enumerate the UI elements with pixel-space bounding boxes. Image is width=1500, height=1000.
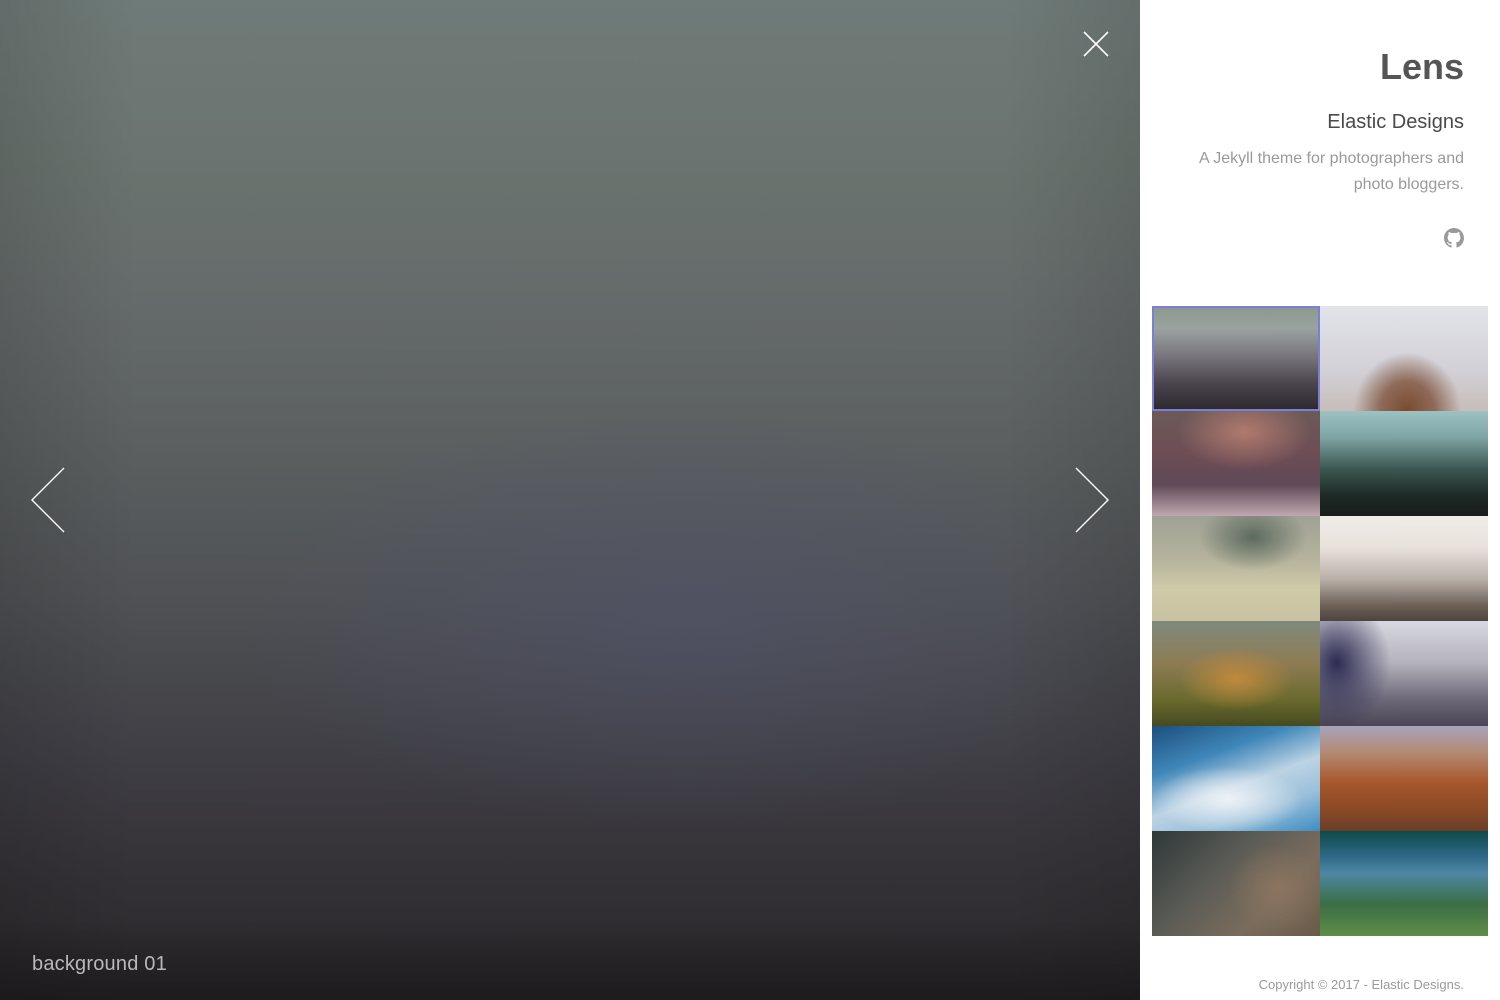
close-icon	[1083, 31, 1109, 57]
github-icon	[1444, 228, 1464, 248]
thumbnail-8[interactable]	[1320, 621, 1488, 726]
site-title: Lens	[1379, 46, 1464, 87]
thumbnail-6[interactable]	[1320, 516, 1488, 621]
sidebar: Lens Elastic Designs A Jekyll theme for …	[1140, 0, 1500, 1000]
previous-image-button[interactable]	[22, 462, 76, 538]
thumbnail-9[interactable]	[1152, 726, 1320, 831]
thumbnail-12[interactable]	[1320, 831, 1488, 936]
site-subtitle: Elastic Designs	[1327, 111, 1464, 133]
thumbnail-11[interactable]	[1152, 831, 1320, 936]
thumbnail-grid	[1152, 306, 1488, 936]
image-caption: background 01	[32, 953, 167, 975]
thumbnail-3[interactable]	[1152, 411, 1320, 516]
next-image-button[interactable]	[1064, 462, 1118, 538]
close-button[interactable]	[1076, 24, 1116, 64]
thumbnail-1[interactable]	[1152, 306, 1320, 411]
copyright-text: Copyright © 2017 - Elastic Designs.	[1258, 977, 1464, 992]
github-link[interactable]	[1444, 228, 1464, 248]
caption-gradient	[0, 920, 1140, 1000]
thumbnail-7[interactable]	[1152, 621, 1320, 726]
chevron-left-icon	[31, 467, 65, 533]
site-description: A Jekyll theme for photographers and pho…	[1198, 150, 1464, 193]
thumbnail-10[interactable]	[1320, 726, 1488, 831]
chevron-right-icon	[1075, 467, 1109, 533]
thumbnail-2[interactable]	[1320, 306, 1488, 411]
image-viewer: background 01	[0, 0, 1140, 1000]
thumbnail-5[interactable]	[1152, 516, 1320, 621]
thumbnail-4[interactable]	[1320, 411, 1488, 516]
